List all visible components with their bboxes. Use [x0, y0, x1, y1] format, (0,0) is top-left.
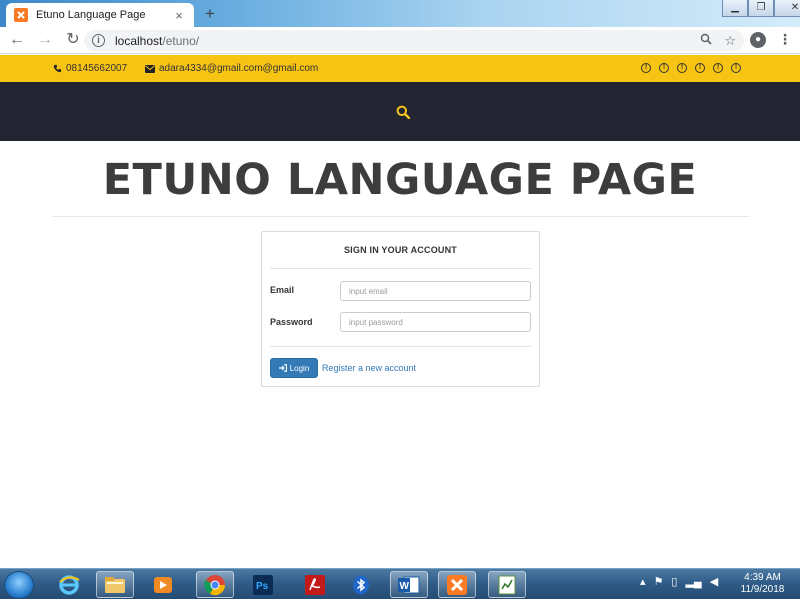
bluetooth-icon[interactable]	[342, 571, 380, 598]
login-panel: SIGN IN YOUR ACCOUNT Email Password Logi…	[261, 231, 540, 387]
xampp-icon[interactable]	[438, 571, 476, 598]
contact-phone: 08145662007	[53, 63, 127, 74]
zoom-icon[interactable]	[700, 33, 712, 49]
email-input[interactable]	[340, 281, 531, 301]
sign-in-icon	[278, 364, 287, 372]
clock-time: 4:39 AM	[744, 572, 781, 583]
volume-icon[interactable]: ◀	[710, 575, 718, 588]
phone-number: 08145662007	[66, 63, 128, 74]
maximize-icon[interactable]: ❐	[748, 0, 774, 17]
url-text[interactable]: localhost/etuno/	[115, 34, 199, 48]
password-input[interactable]	[340, 312, 531, 332]
windows-taskbar: Ps W ▴ ⚑ ▯ ▂▄ ◀ 4:39 AM 11/9/2018	[0, 568, 800, 599]
back-arrow-icon[interactable]: ←	[6, 29, 28, 51]
login-button-label: Login	[289, 363, 310, 373]
page-title: ETUNO LANGUAGE PAGE	[102, 155, 698, 205]
file-explorer-icon[interactable]	[96, 571, 134, 598]
address-bar[interactable]: i localhost/etuno/ ☆	[84, 30, 744, 51]
browser-toolbar: ← → ↻ i localhost/etuno/ ☆ ● ⋮	[0, 27, 800, 54]
system-tray: ▴ ⚑ ▯ ▂▄ ◀	[640, 575, 718, 588]
notepad-icon[interactable]	[488, 571, 526, 598]
window-close-icon[interactable]: ✕	[774, 0, 800, 17]
internet-explorer-icon[interactable]	[50, 571, 88, 598]
forward-arrow-icon[interactable]: →	[34, 29, 56, 51]
acrobat-icon[interactable]	[296, 571, 334, 598]
info-circle-icon[interactable]: !	[677, 63, 687, 73]
profile-avatar-icon[interactable]: ●	[750, 31, 766, 48]
photoshop-icon[interactable]: Ps	[244, 571, 282, 598]
xampp-favicon-icon	[14, 8, 28, 22]
site-navbar	[0, 82, 800, 141]
phone-icon	[53, 64, 62, 73]
svg-text:W: W	[400, 581, 410, 592]
battery-icon[interactable]: ▯	[671, 575, 677, 588]
panel-divider	[270, 268, 531, 269]
bookmark-star-icon[interactable]: ☆	[724, 33, 736, 49]
tab-close-icon[interactable]: ×	[172, 8, 186, 23]
tab-title: Etuno Language Page	[36, 9, 146, 21]
chrome-icon[interactable]	[196, 571, 234, 598]
show-hidden-icons-icon[interactable]: ▴	[640, 575, 646, 588]
info-circle-icon[interactable]: !	[695, 63, 705, 73]
password-label: Password	[270, 317, 313, 327]
search-icon[interactable]	[396, 105, 410, 119]
minimize-icon[interactable]: ▁	[722, 0, 748, 17]
action-center-flag-icon[interactable]: ⚑	[654, 575, 664, 588]
svg-text:Ps: Ps	[256, 581, 269, 592]
email-label: Email	[270, 285, 295, 295]
media-player-icon[interactable]	[144, 571, 182, 598]
clock-date: 11/9/2018	[740, 584, 785, 595]
email-address: adara4334@gmail.com@gmail.com	[159, 63, 319, 74]
info-circle-icon[interactable]: !	[731, 63, 741, 73]
social-links: ! ! ! ! ! !	[641, 63, 741, 73]
browser-tab[interactable]: Etuno Language Page ×	[6, 3, 194, 27]
network-signal-icon[interactable]: ▂▄	[685, 575, 701, 588]
title-divider	[52, 216, 749, 217]
panel-divider	[270, 346, 531, 347]
reload-icon[interactable]: ↻	[62, 29, 84, 51]
word-icon[interactable]: W	[390, 571, 428, 598]
new-tab-button[interactable]: +	[200, 5, 220, 25]
login-button[interactable]: Login	[270, 358, 318, 378]
contact-email: adara4334@gmail.com@gmail.com	[145, 63, 318, 74]
site-contact-bar: 08145662007 adara4334@gmail.com@gmail.co…	[0, 55, 800, 82]
info-circle-icon[interactable]: !	[659, 63, 669, 73]
register-link[interactable]: Register a new account	[322, 363, 416, 373]
info-circle-icon[interactable]: !	[641, 63, 651, 73]
envelope-icon	[145, 64, 155, 73]
browser-menu-icon[interactable]: ⋮	[778, 31, 792, 48]
taskbar-clock[interactable]: 4:39 AM 11/9/2018	[735, 572, 790, 596]
window-controls: ▁ ❐ ✕	[722, 0, 800, 18]
login-heading: SIGN IN YOUR ACCOUNT	[343, 245, 457, 255]
browser-tab-strip: Etuno Language Page × + ▁ ❐ ✕	[0, 0, 800, 27]
site-info-icon[interactable]: i	[92, 34, 105, 47]
start-button[interactable]	[4, 571, 34, 599]
info-circle-icon[interactable]: !	[713, 63, 723, 73]
